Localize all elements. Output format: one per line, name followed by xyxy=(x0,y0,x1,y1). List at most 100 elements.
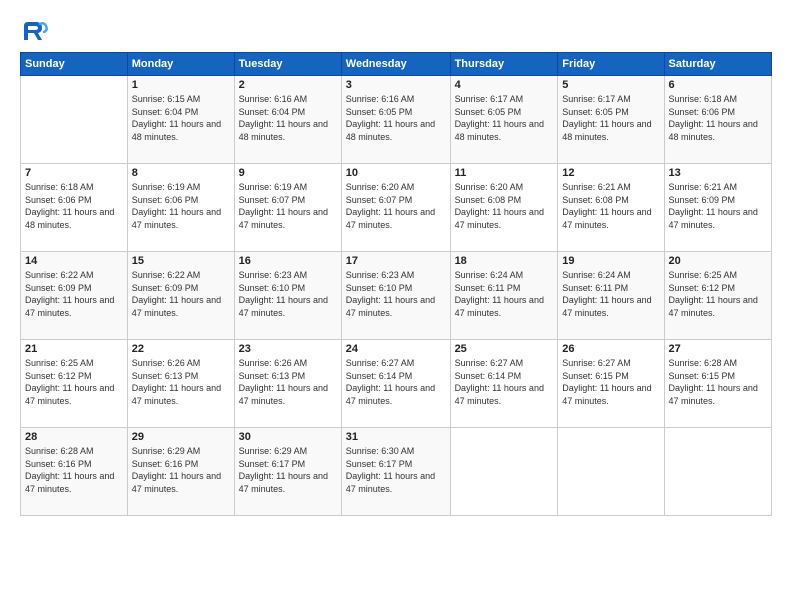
table-row: 23 Sunrise: 6:26 AM Sunset: 6:13 PM Dayli… xyxy=(234,340,341,428)
table-row: 2 Sunrise: 6:16 AM Sunset: 6:04 PM Daylig… xyxy=(234,76,341,164)
table-row: 21 Sunrise: 6:25 AM Sunset: 6:12 PM Dayli… xyxy=(21,340,128,428)
day-info: Sunrise: 6:21 AM Sunset: 6:09 PM Dayligh… xyxy=(669,181,767,231)
day-number: 1 xyxy=(132,79,230,91)
table-row: 8 Sunrise: 6:19 AM Sunset: 6:06 PM Daylig… xyxy=(127,164,234,252)
day-info: Sunrise: 6:19 AM Sunset: 6:07 PM Dayligh… xyxy=(239,181,337,231)
day-info: Sunrise: 6:23 AM Sunset: 6:10 PM Dayligh… xyxy=(239,269,337,319)
day-info: Sunrise: 6:28 AM Sunset: 6:16 PM Dayligh… xyxy=(25,445,123,495)
day-info: Sunrise: 6:17 AM Sunset: 6:05 PM Dayligh… xyxy=(455,93,554,143)
day-info: Sunrise: 6:27 AM Sunset: 6:15 PM Dayligh… xyxy=(562,357,659,407)
table-row: 7 Sunrise: 6:18 AM Sunset: 6:06 PM Daylig… xyxy=(21,164,128,252)
table-row: 6Sunrise: 6:18 AM Sunset: 6:06 PM Daylig… xyxy=(664,76,771,164)
calendar-week-row: 7 Sunrise: 6:18 AM Sunset: 6:06 PM Daylig… xyxy=(21,164,772,252)
col-friday: Friday xyxy=(558,53,664,76)
col-thursday: Thursday xyxy=(450,53,558,76)
day-info: Sunrise: 6:15 AM Sunset: 6:04 PM Dayligh… xyxy=(132,93,230,143)
table-row: 3 Sunrise: 6:16 AM Sunset: 6:05 PM Daylig… xyxy=(341,76,450,164)
day-number: 13 xyxy=(669,167,767,179)
page-header xyxy=(20,18,772,46)
table-row: 30 Sunrise: 6:29 AM Sunset: 6:17 PM Dayli… xyxy=(234,428,341,516)
table-row: 5 Sunrise: 6:17 AM Sunset: 6:05 PM Daylig… xyxy=(558,76,664,164)
calendar-week-row: 14 Sunrise: 6:22 AM Sunset: 6:09 PM Dayli… xyxy=(21,252,772,340)
day-info: Sunrise: 6:27 AM Sunset: 6:14 PM Dayligh… xyxy=(455,357,554,407)
calendar-week-row: 1 Sunrise: 6:15 AM Sunset: 6:04 PM Daylig… xyxy=(21,76,772,164)
day-info: Sunrise: 6:22 AM Sunset: 6:09 PM Dayligh… xyxy=(132,269,230,319)
table-row: 24Sunrise: 6:27 AM Sunset: 6:14 PM Dayli… xyxy=(341,340,450,428)
day-number: 2 xyxy=(239,79,337,91)
day-number: 19 xyxy=(562,255,659,267)
day-number: 23 xyxy=(239,343,337,355)
day-info: Sunrise: 6:26 AM Sunset: 6:13 PM Dayligh… xyxy=(132,357,230,407)
day-number: 14 xyxy=(25,255,123,267)
col-wednesday: Wednesday xyxy=(341,53,450,76)
day-info: Sunrise: 6:19 AM Sunset: 6:06 PM Dayligh… xyxy=(132,181,230,231)
day-number: 25 xyxy=(455,343,554,355)
day-number: 29 xyxy=(132,431,230,443)
table-row: 16Sunrise: 6:23 AM Sunset: 6:10 PM Dayli… xyxy=(234,252,341,340)
day-number: 10 xyxy=(346,167,446,179)
day-number: 28 xyxy=(25,431,123,443)
day-number: 26 xyxy=(562,343,659,355)
table-row: 15 Sunrise: 6:22 AM Sunset: 6:09 PM Dayli… xyxy=(127,252,234,340)
day-number: 9 xyxy=(239,167,337,179)
day-number: 4 xyxy=(455,79,554,91)
day-number: 17 xyxy=(346,255,446,267)
day-number: 20 xyxy=(669,255,767,267)
day-number: 24 xyxy=(346,343,446,355)
day-number: 7 xyxy=(25,167,123,179)
logo xyxy=(20,18,52,46)
day-info: Sunrise: 6:30 AM Sunset: 6:17 PM Dayligh… xyxy=(346,445,446,495)
day-info: Sunrise: 6:21 AM Sunset: 6:08 PM Dayligh… xyxy=(562,181,659,231)
col-monday: Monday xyxy=(127,53,234,76)
day-info: Sunrise: 6:24 AM Sunset: 6:11 PM Dayligh… xyxy=(562,269,659,319)
day-number: 21 xyxy=(25,343,123,355)
calendar-week-row: 28 Sunrise: 6:28 AM Sunset: 6:16 PM Dayli… xyxy=(21,428,772,516)
day-number: 15 xyxy=(132,255,230,267)
day-number: 12 xyxy=(562,167,659,179)
table-row: 19 Sunrise: 6:24 AM Sunset: 6:11 PM Dayli… xyxy=(558,252,664,340)
day-number: 11 xyxy=(455,167,554,179)
table-row: 20Sunrise: 6:25 AM Sunset: 6:12 PM Dayli… xyxy=(664,252,771,340)
table-row: 1 Sunrise: 6:15 AM Sunset: 6:04 PM Daylig… xyxy=(127,76,234,164)
day-number: 31 xyxy=(346,431,446,443)
table-row: 25 Sunrise: 6:27 AM Sunset: 6:14 PM Dayli… xyxy=(450,340,558,428)
table-row: 10 Sunrise: 6:20 AM Sunset: 6:07 PM Dayli… xyxy=(341,164,450,252)
calendar-week-row: 21 Sunrise: 6:25 AM Sunset: 6:12 PM Dayli… xyxy=(21,340,772,428)
day-number: 27 xyxy=(669,343,767,355)
table-row xyxy=(664,428,771,516)
day-info: Sunrise: 6:29 AM Sunset: 6:17 PM Dayligh… xyxy=(239,445,337,495)
table-row: 11 Sunrise: 6:20 AM Sunset: 6:08 PM Dayli… xyxy=(450,164,558,252)
table-row: 26 Sunrise: 6:27 AM Sunset: 6:15 PM Dayli… xyxy=(558,340,664,428)
day-info: Sunrise: 6:28 AM Sunset: 6:15 PM Dayligh… xyxy=(669,357,767,407)
table-row xyxy=(558,428,664,516)
day-info: Sunrise: 6:16 AM Sunset: 6:04 PM Dayligh… xyxy=(239,93,337,143)
day-info: Sunrise: 6:23 AM Sunset: 6:10 PM Dayligh… xyxy=(346,269,446,319)
day-info: Sunrise: 6:26 AM Sunset: 6:13 PM Dayligh… xyxy=(239,357,337,407)
table-row: 22 Sunrise: 6:26 AM Sunset: 6:13 PM Dayli… xyxy=(127,340,234,428)
calendar-header-row: Sunday Monday Tuesday Wednesday Thursday… xyxy=(21,53,772,76)
day-info: Sunrise: 6:18 AM Sunset: 6:06 PM Dayligh… xyxy=(25,181,123,231)
table-row xyxy=(21,76,128,164)
day-number: 18 xyxy=(455,255,554,267)
day-number: 22 xyxy=(132,343,230,355)
table-row: 31 Sunrise: 6:30 AM Sunset: 6:17 PM Dayli… xyxy=(341,428,450,516)
table-row: 29 Sunrise: 6:29 AM Sunset: 6:16 PM Dayli… xyxy=(127,428,234,516)
col-sunday: Sunday xyxy=(21,53,128,76)
table-row: 4 Sunrise: 6:17 AM Sunset: 6:05 PM Daylig… xyxy=(450,76,558,164)
day-number: 30 xyxy=(239,431,337,443)
day-info: Sunrise: 6:25 AM Sunset: 6:12 PM Dayligh… xyxy=(25,357,123,407)
day-number: 5 xyxy=(562,79,659,91)
day-info: Sunrise: 6:20 AM Sunset: 6:07 PM Dayligh… xyxy=(346,181,446,231)
day-number: 3 xyxy=(346,79,446,91)
table-row: 9 Sunrise: 6:19 AM Sunset: 6:07 PM Daylig… xyxy=(234,164,341,252)
day-info: Sunrise: 6:17 AM Sunset: 6:05 PM Dayligh… xyxy=(562,93,659,143)
day-info: Sunrise: 6:16 AM Sunset: 6:05 PM Dayligh… xyxy=(346,93,446,143)
table-row: 14Sunrise: 6:22 AM Sunset: 6:09 PM Dayli… xyxy=(21,252,128,340)
calendar-table: Sunday Monday Tuesday Wednesday Thursday… xyxy=(20,52,772,516)
logo-icon xyxy=(20,18,48,46)
table-row: 12 Sunrise: 6:21 AM Sunset: 6:08 PM Dayli… xyxy=(558,164,664,252)
day-number: 8 xyxy=(132,167,230,179)
day-info: Sunrise: 6:29 AM Sunset: 6:16 PM Dayligh… xyxy=(132,445,230,495)
table-row: 27 Sunrise: 6:28 AM Sunset: 6:15 PM Dayli… xyxy=(664,340,771,428)
day-info: Sunrise: 6:20 AM Sunset: 6:08 PM Dayligh… xyxy=(455,181,554,231)
